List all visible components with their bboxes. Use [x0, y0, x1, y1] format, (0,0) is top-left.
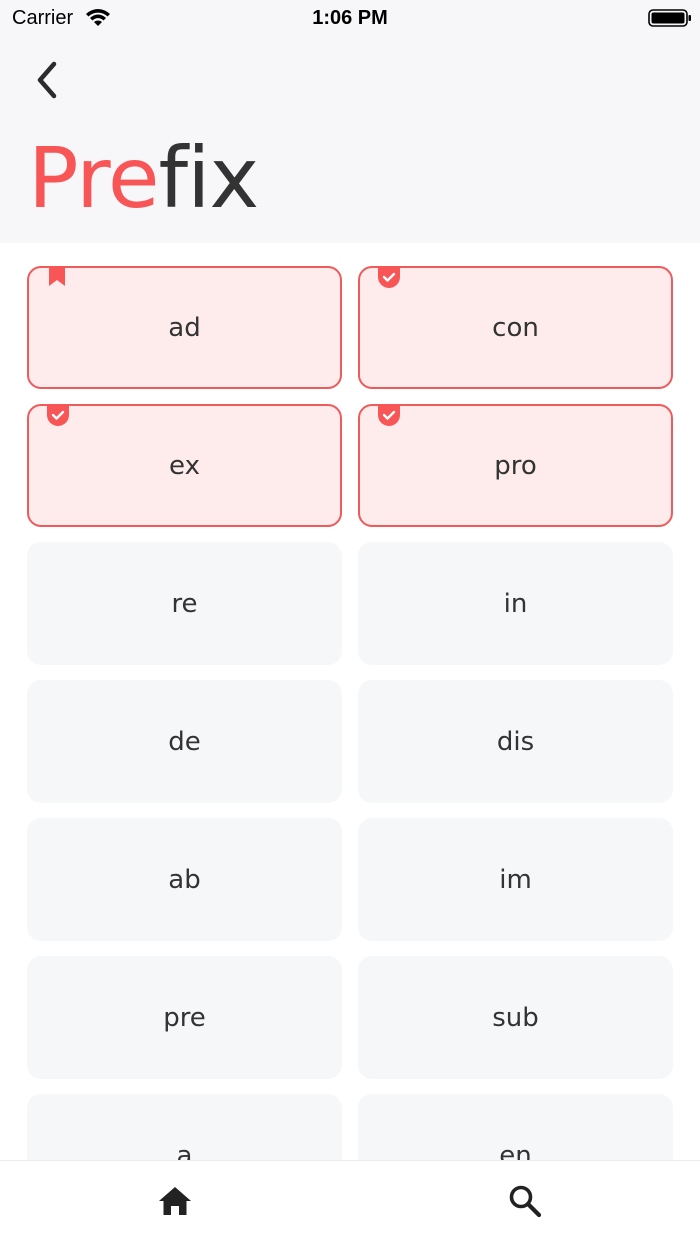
prefix-tile-label: dis — [496, 726, 535, 757]
check-badge-icon — [378, 404, 400, 426]
prefix-tile-label: pre — [163, 1002, 206, 1033]
back-button[interactable] — [26, 58, 70, 102]
prefix-tile-label: en — [499, 1140, 532, 1161]
page-title-rest: fix — [158, 129, 260, 227]
prefix-tile-label: in — [503, 588, 528, 619]
prefix-tile[interactable]: im — [358, 818, 673, 941]
prefix-tile[interactable]: dis — [358, 680, 673, 803]
prefix-tile-label: sub — [492, 1002, 539, 1033]
header: Prefix — [0, 40, 700, 243]
prefix-tile[interactable]: ab — [27, 818, 342, 941]
check-badge-icon — [378, 266, 400, 288]
status-bar: Carrier 1:06 PM — [0, 0, 700, 40]
prefix-grid: ad con ex pro re in de dis ab im pre sub a en — [27, 266, 673, 1160]
prefix-tile[interactable]: ad — [27, 266, 342, 389]
prefix-tile-label: re — [171, 588, 198, 619]
prefix-tile[interactable]: con — [358, 266, 673, 389]
search-icon — [509, 1185, 542, 1218]
prefix-tile[interactable]: de — [27, 680, 342, 803]
prefix-tile[interactable]: pro — [358, 404, 673, 527]
clock: 1:06 PM — [312, 7, 388, 29]
prefix-tile-label: pro — [494, 450, 537, 481]
bottom-nav — [0, 1160, 700, 1244]
prefix-tile[interactable]: ex — [27, 404, 342, 527]
prefix-tile[interactable]: a — [27, 1094, 342, 1160]
prefix-tile-label: de — [168, 726, 201, 757]
home-tab[interactable] — [155, 1181, 195, 1221]
prefix-tile-label: ex — [169, 450, 200, 481]
search-tab[interactable] — [505, 1181, 545, 1221]
prefix-tile[interactable]: pre — [27, 956, 342, 1079]
battery-icon — [648, 9, 691, 27]
chevron-left-icon — [37, 61, 57, 99]
prefix-tile-label: a — [176, 1140, 193, 1161]
prefix-tile-label: ad — [168, 312, 201, 343]
prefix-tile-label: ab — [168, 864, 201, 895]
page-title: Prefix — [28, 136, 259, 220]
prefix-tile-label: im — [499, 864, 532, 895]
prefix-tile[interactable]: re — [27, 542, 342, 665]
prefix-tile[interactable]: in — [358, 542, 673, 665]
check-badge-icon — [47, 404, 69, 426]
home-icon — [159, 1187, 191, 1215]
prefix-tile[interactable]: en — [358, 1094, 673, 1160]
page-title-accent: Pre — [28, 129, 160, 227]
prefix-tile-label: con — [492, 312, 539, 343]
prefix-tile[interactable]: sub — [358, 956, 673, 1079]
bookmark-icon — [49, 266, 65, 286]
